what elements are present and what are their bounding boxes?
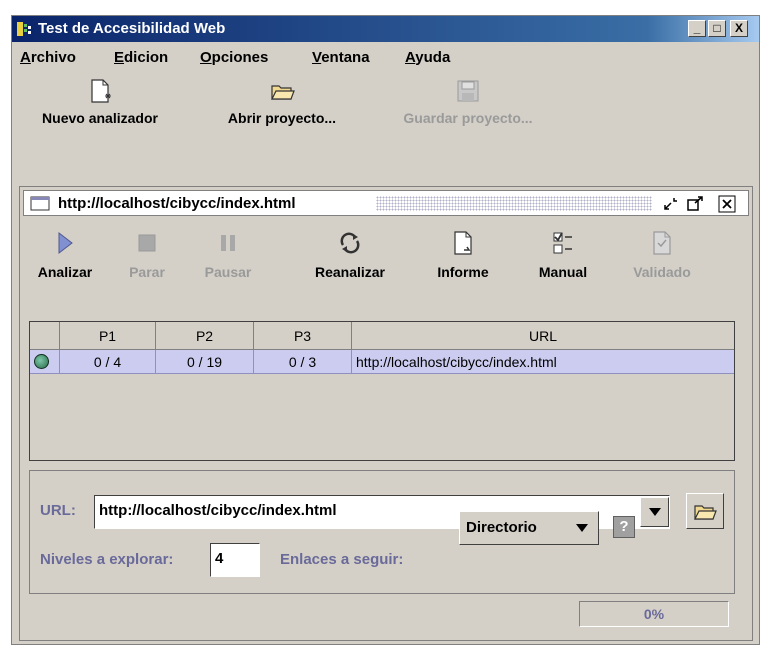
minimize-button[interactable]: _ xyxy=(688,20,706,37)
chevron-down-icon xyxy=(576,524,588,532)
new-document-icon xyxy=(91,79,111,103)
save-project-label: Guardar proyecto... xyxy=(403,110,533,126)
folder-open-icon xyxy=(694,505,717,520)
table-header: P1 P2 P3 URL xyxy=(30,322,734,350)
cell-p3: 0 / 3 xyxy=(254,350,352,374)
header-p2[interactable]: P2 xyxy=(156,322,254,350)
chevron-down-icon xyxy=(648,508,661,516)
help-icon[interactable]: ? xyxy=(613,516,635,538)
frame-title: http://localhost/cibycc/index.html xyxy=(58,195,296,212)
report-label: Informe xyxy=(437,264,489,280)
reanalyze-label: Reanalizar xyxy=(314,264,386,280)
title-pattern xyxy=(376,196,652,211)
menu-archivo[interactable]: Archivo xyxy=(20,49,76,66)
levels-label: Niveles a explorar: xyxy=(40,551,174,568)
links-label: Enlaces a seguir: xyxy=(280,551,404,568)
progress-text: 0% xyxy=(643,606,665,622)
iconify-icon[interactable] xyxy=(662,196,680,212)
menu-edicion[interactable]: Edicion xyxy=(114,49,168,66)
header-url[interactable]: URL xyxy=(352,322,734,350)
refresh-icon xyxy=(340,232,360,254)
pause-icon xyxy=(221,235,235,251)
title-bar[interactable]: Test de Accesibilidad Web _ □ X xyxy=(12,16,759,42)
save-disk-icon xyxy=(457,80,479,102)
links-select-value: Directorio xyxy=(466,519,537,536)
manual-button[interactable]: Manual xyxy=(523,230,603,292)
stop-icon xyxy=(138,234,156,252)
open-project-label: Abrir proyecto... xyxy=(227,110,337,126)
menu-opciones[interactable]: Opciones xyxy=(200,49,268,66)
menu-ayuda[interactable]: Ayuda xyxy=(405,49,450,66)
stop-label: Parar xyxy=(129,264,165,280)
cell-p1: 0 / 4 xyxy=(60,350,156,374)
progress-bar: 0% xyxy=(579,601,729,627)
links-select[interactable]: Directorio xyxy=(459,511,599,545)
row-status-cell xyxy=(30,350,60,374)
main-window: Test de Accesibilidad Web _ □ X Archivo … xyxy=(11,15,760,645)
header-p3[interactable]: P3 xyxy=(254,322,352,350)
url-label: URL: xyxy=(40,502,76,519)
window-title: Test de Accesibilidad Web xyxy=(38,20,226,37)
manual-label: Manual xyxy=(538,264,588,280)
frame-window-icon xyxy=(30,196,50,211)
close-button[interactable]: X xyxy=(730,20,748,37)
menu-ventana[interactable]: Ventana xyxy=(312,49,370,66)
header-status xyxy=(30,322,60,350)
save-project-button[interactable]: Guardar proyecto... xyxy=(378,78,558,140)
new-analyzer-label: Nuevo analizador xyxy=(42,110,158,126)
levels-input[interactable]: 4 xyxy=(210,543,260,577)
analyzer-frame: http://localhost/cibycc/index.html Anali… xyxy=(17,184,755,643)
browse-button[interactable] xyxy=(686,493,724,529)
report-document-icon xyxy=(454,231,472,255)
cell-url: http://localhost/cibycc/index.html xyxy=(356,354,557,370)
results-table: P1 P2 P3 URL 0 / 4 0 / 19 0 / 3 http://l… xyxy=(29,321,735,461)
analyze-label: Analizar xyxy=(37,264,93,280)
cell-p2: 0 / 19 xyxy=(156,350,254,374)
menu-bar: Archivo Edicion Opciones Ventana Ayuda xyxy=(12,46,759,70)
table-row[interactable]: 0 / 4 0 / 19 0 / 3 http://localhost/ciby… xyxy=(30,350,734,374)
close-frame-icon[interactable] xyxy=(718,195,736,213)
frame-title-bar[interactable]: http://localhost/cibycc/index.html xyxy=(23,190,749,216)
pause-button[interactable]: Pausar xyxy=(195,230,261,292)
url-dropdown-button[interactable] xyxy=(640,497,669,527)
analyze-button[interactable]: Analizar xyxy=(25,230,105,292)
open-project-button[interactable]: Abrir proyecto... xyxy=(202,78,362,140)
reanalyze-button[interactable]: Reanalizar xyxy=(295,230,405,292)
validated-label: Validado xyxy=(633,264,691,280)
app-icon xyxy=(17,22,31,36)
folder-open-icon xyxy=(271,85,295,100)
validated-document-icon xyxy=(653,231,671,255)
play-icon xyxy=(58,231,73,255)
report-button[interactable]: Informe xyxy=(423,230,503,292)
status-indicator-icon xyxy=(34,354,49,369)
checklist-icon xyxy=(553,232,572,254)
new-analyzer-button[interactable]: Nuevo analizador xyxy=(20,78,180,140)
pause-label: Pausar xyxy=(204,264,252,280)
maximize-button[interactable]: □ xyxy=(708,20,726,37)
header-p1[interactable]: P1 xyxy=(60,322,156,350)
validated-button[interactable]: Validado xyxy=(617,230,707,292)
stop-button[interactable]: Parar xyxy=(119,230,175,292)
maximize-frame-icon[interactable] xyxy=(686,196,704,212)
